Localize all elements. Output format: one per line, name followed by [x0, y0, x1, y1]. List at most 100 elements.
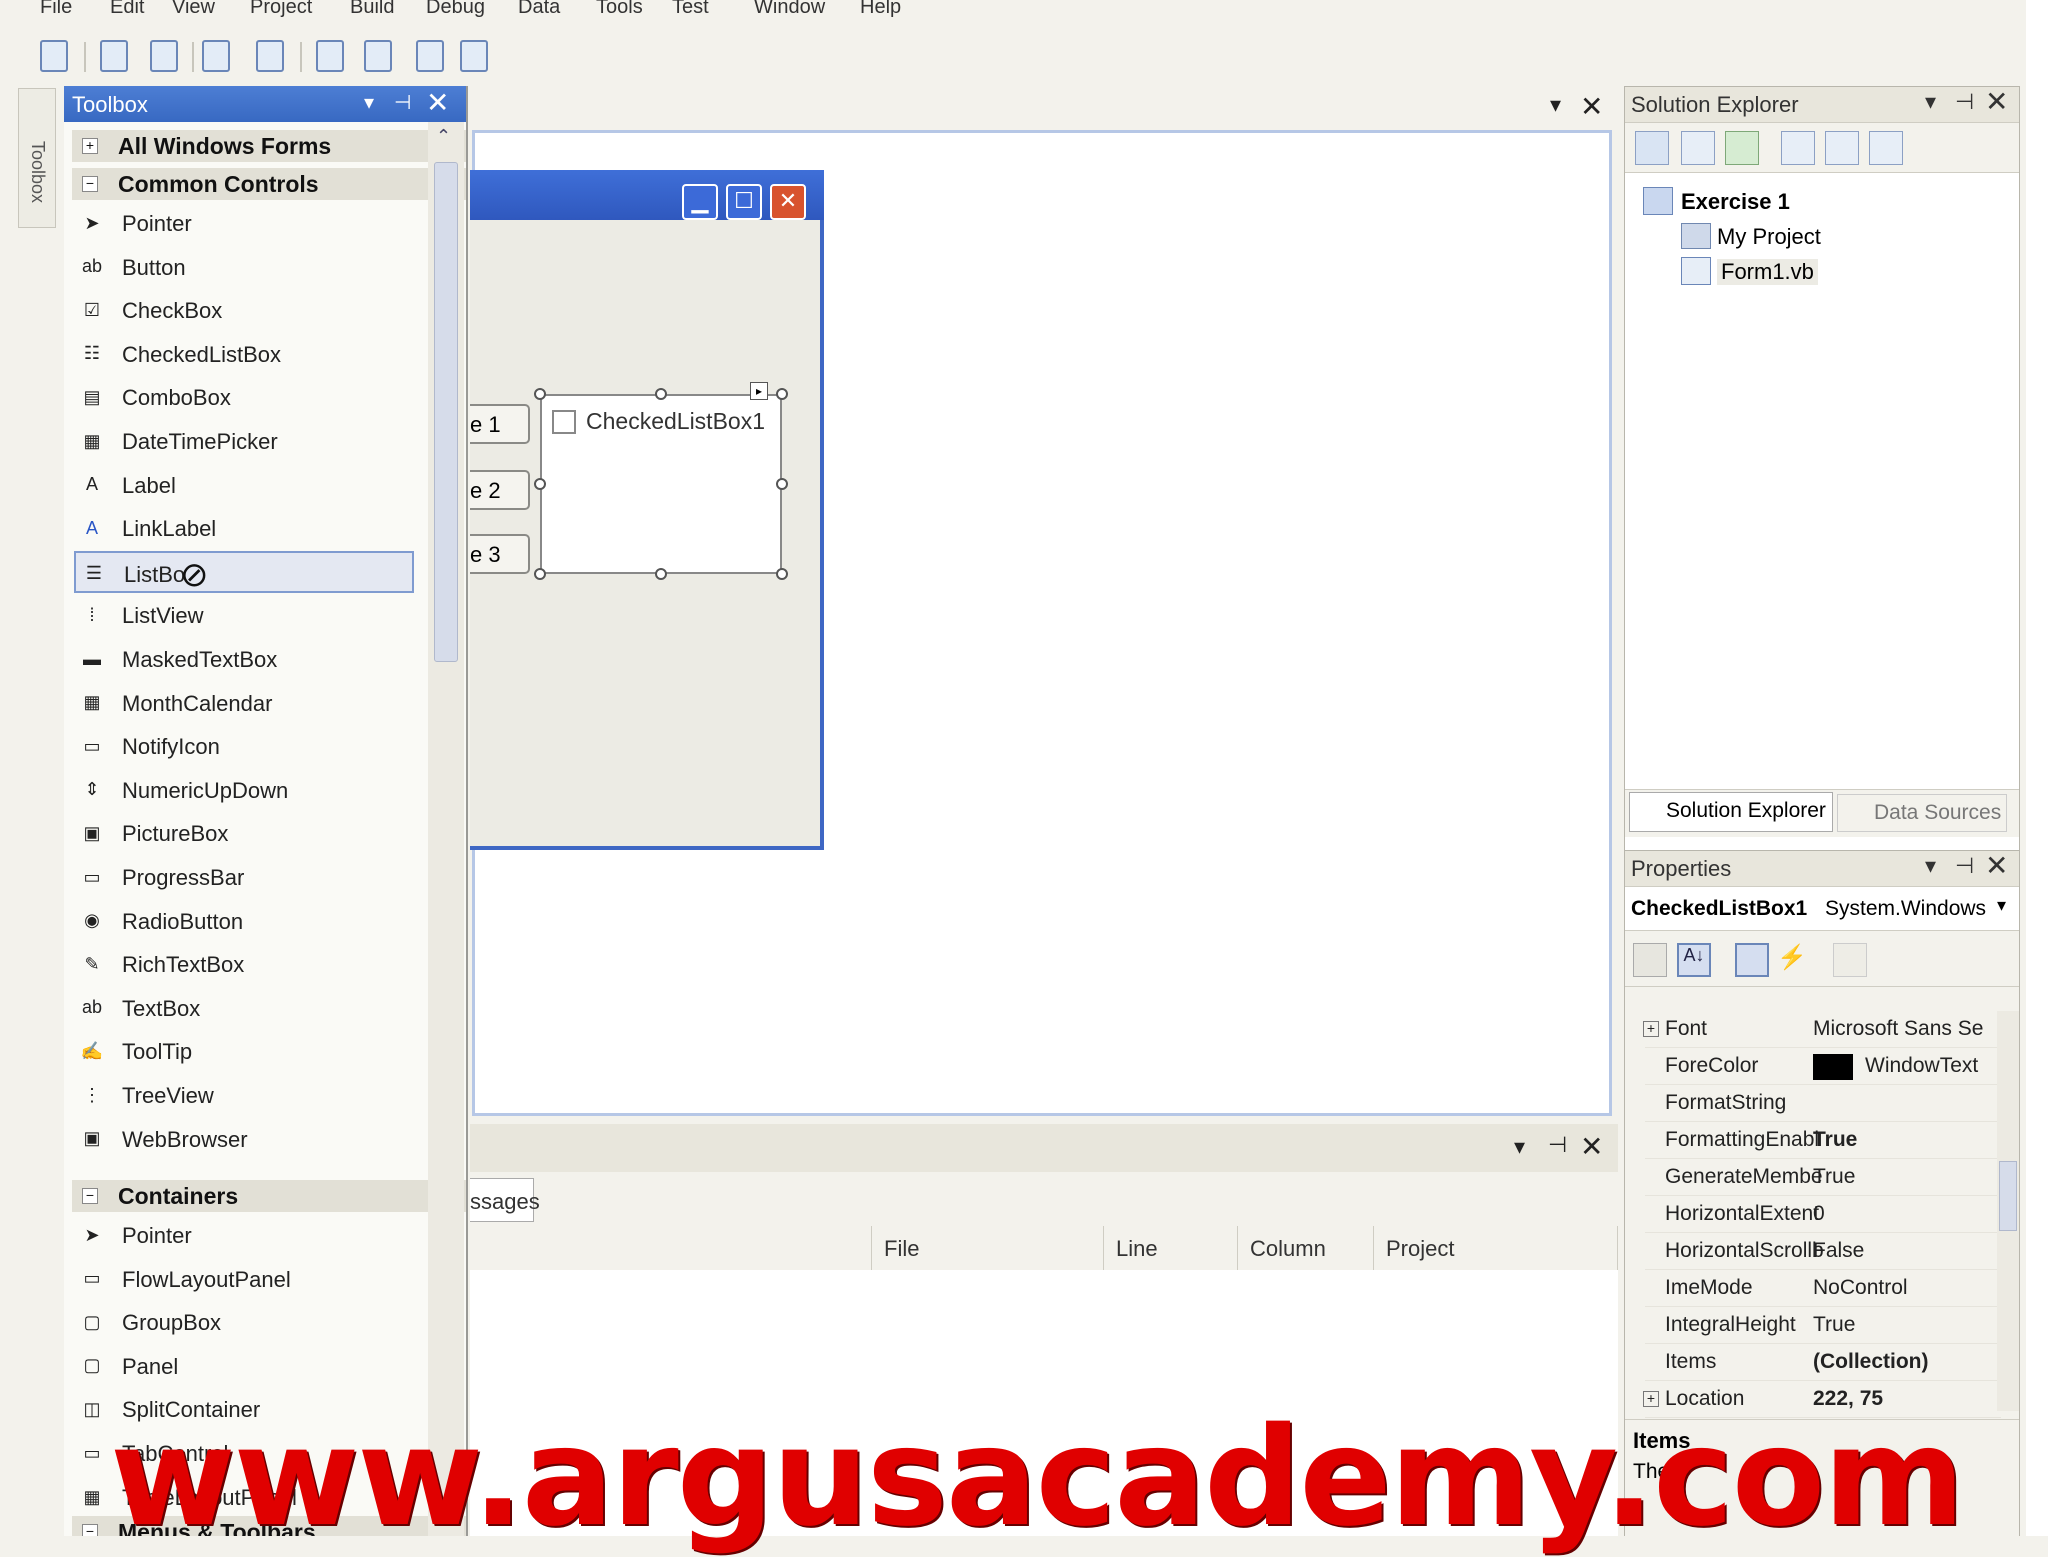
close-icon[interactable]: ✕ — [1985, 85, 2008, 118]
toolbox-item-label[interactable]: A Label — [74, 464, 414, 506]
pin-icon[interactable]: ⊣ — [394, 90, 411, 115]
maximize-icon[interactable]: ☐ — [726, 184, 762, 220]
property-row-items[interactable]: Items (Collection) — [1645, 1344, 2001, 1381]
property-row-horizontalextent[interactable]: HorizontalExtent 0 — [1645, 1196, 2001, 1233]
pin-icon[interactable]: ⊣ — [1955, 853, 1974, 879]
property-value[interactable]: NoControl — [1813, 1276, 2003, 1300]
toolbox-item-panel[interactable]: ▢ Panel — [74, 1345, 414, 1387]
toolbox-item-notifyicon[interactable]: ▭ NotifyIcon — [74, 725, 414, 767]
menu-debug[interactable]: Debug — [426, 0, 485, 19]
toolbox-item-flowlayoutpanel[interactable]: ▭ FlowLayoutPanel — [74, 1258, 414, 1300]
messages-tab[interactable]: ssages — [470, 1178, 540, 1222]
checkbox-icon[interactable] — [552, 410, 576, 434]
scroll-thumb[interactable] — [1999, 1161, 2017, 1231]
property-grid-scrollbar[interactable] — [1997, 1011, 2019, 1411]
toolbox-item-listbox[interactable]: ☰ ListBo ⊘ — [74, 550, 414, 594]
dropdown-icon[interactable]: ▾ — [364, 90, 374, 115]
property-row-formatstring[interactable]: FormatString — [1645, 1085, 2001, 1122]
toolbox-item-progressbar[interactable]: ▭ ProgressBar — [74, 856, 414, 898]
property-pages-icon[interactable] — [1833, 943, 1867, 977]
form1-titlebar[interactable]: ▁ ☐ ✕ — [470, 170, 824, 220]
properties-icon[interactable] — [1635, 131, 1669, 165]
toolbox-scrollbar[interactable]: ⌃ — [428, 122, 464, 1536]
resize-handle[interactable] — [776, 388, 788, 400]
menu-data[interactable]: Data — [518, 0, 560, 19]
toolbar-button-icon[interactable] — [364, 40, 392, 72]
close-icon[interactable]: ✕ — [426, 86, 449, 119]
view-code-icon[interactable] — [1781, 131, 1815, 165]
column-header-column[interactable]: Column — [1238, 1226, 1374, 1270]
toolbox-item-groupbox[interactable]: ▢ GroupBox — [74, 1301, 414, 1343]
toolbox-item-radiobutton[interactable]: ◉ RadioButton — [74, 900, 414, 942]
menu-edit[interactable]: Edit — [110, 0, 144, 19]
dropdown-icon[interactable]: ▾ — [1925, 853, 1936, 879]
tab-data-sources[interactable]: Data Sources — [1837, 794, 2007, 832]
menu-help[interactable]: Help — [860, 0, 901, 19]
toolbox-item-monthcalendar[interactable]: ▦ MonthCalendar — [74, 682, 414, 724]
menu-window[interactable]: Window — [754, 0, 825, 19]
alphabetical-icon[interactable]: A↓ — [1677, 943, 1711, 977]
column-header-line[interactable]: Line — [1104, 1226, 1238, 1270]
toolbox-side-tab[interactable]: Toolbox — [18, 88, 56, 228]
toolbox-item-treeview[interactable]: ⋮ TreeView — [74, 1074, 414, 1116]
toolbox-item-combobox[interactable]: ▤ ComboBox — [74, 376, 414, 418]
toolbox-item-numericupdown[interactable]: ⇕ NumericUpDown — [74, 769, 414, 811]
events-icon[interactable]: ⚡ — [1775, 943, 1809, 977]
close-icon[interactable]: ✕ — [1985, 849, 2008, 882]
expander-icon[interactable]: + — [1643, 1021, 1659, 1037]
dropdown-icon[interactable]: ▾ — [1514, 1134, 1525, 1160]
toolbox-item-textbox[interactable]: ab TextBox — [74, 987, 414, 1029]
property-row-formattingenabl[interactable]: FormattingEnabl True — [1645, 1122, 2001, 1159]
toolbox-item-maskedtextbox[interactable]: ▬ MaskedTextBox — [74, 638, 414, 680]
resize-handle[interactable] — [776, 478, 788, 490]
column-header-project[interactable]: Project — [1374, 1226, 1618, 1270]
toolbar-button-icon[interactable] — [100, 40, 128, 72]
menu-test[interactable]: Test — [672, 0, 709, 19]
resize-handle[interactable] — [534, 568, 546, 580]
toolbox-category-all-windows-forms[interactable]: + All Windows Forms — [72, 130, 466, 162]
minimize-icon[interactable]: ▁ — [682, 184, 718, 220]
property-value[interactable]: Microsoft Sans Se — [1813, 1017, 2003, 1041]
close-icon[interactable]: ✕ — [1580, 90, 1603, 123]
properties-view-icon[interactable] — [1735, 943, 1769, 977]
scroll-up-icon[interactable]: ⌃ — [436, 126, 451, 147]
toolbar-button-icon[interactable] — [416, 40, 444, 72]
tab-solution-explorer[interactable]: Solution Explorer — [1629, 792, 1833, 832]
toolbox-item-tooltip[interactable]: ✍ ToolTip — [74, 1030, 414, 1072]
toolbar-button-icon[interactable] — [150, 40, 178, 72]
show-all-files-icon[interactable] — [1681, 131, 1715, 165]
property-value[interactable]: False — [1813, 1239, 2003, 1263]
pin-icon[interactable]: ⊣ — [1548, 1132, 1567, 1158]
toolbox-item-linklabel[interactable]: A LinkLabel — [74, 507, 414, 549]
property-value[interactable]: (Collection) — [1813, 1350, 2003, 1374]
toolbox-item-checkedlistbox[interactable]: ☷ CheckedListBox — [74, 333, 414, 375]
toolbar-button-icon[interactable] — [256, 40, 284, 72]
toolbar-button-icon[interactable] — [40, 40, 68, 72]
property-value[interactable]: 0 — [1813, 1202, 2003, 1226]
toolbox-item-listview[interactable]: ⁞ ListView — [74, 594, 414, 636]
property-row-forecolor[interactable]: ForeColor WindowText — [1645, 1048, 2001, 1085]
column-header-file[interactable]: File — [872, 1226, 1104, 1270]
object-selector[interactable]: CheckedListBox1 System.Windows ▾ — [1625, 887, 2019, 931]
toolbar-button-icon[interactable] — [460, 40, 488, 72]
tree-item-form1[interactable]: Form1.vb — [1717, 259, 1818, 285]
menu-build[interactable]: Build — [350, 0, 394, 19]
resize-handle[interactable] — [655, 568, 667, 580]
tree-item-exercise[interactable]: Exercise 1 — [1681, 189, 1790, 215]
property-value[interactable]: True — [1813, 1313, 2003, 1337]
menu-file[interactable]: File — [40, 0, 72, 19]
refresh-icon[interactable] — [1725, 131, 1759, 165]
form-button-2[interactable]: e 2 — [470, 470, 530, 510]
toolbox-item-datetimepicker[interactable]: ▦ DateTimePicker — [74, 420, 414, 462]
close-icon[interactable]: ✕ — [770, 184, 806, 220]
property-row-horizontalscrollb[interactable]: HorizontalScrollb False — [1645, 1233, 2001, 1270]
toolbox-item-checkbox[interactable]: ☑ CheckBox — [74, 289, 414, 331]
property-value[interactable]: True — [1813, 1128, 2003, 1152]
resize-handle[interactable] — [534, 388, 546, 400]
toolbar-button-icon[interactable] — [316, 40, 344, 72]
expander-icon[interactable]: − — [82, 1524, 98, 1536]
property-value[interactable]: True — [1813, 1165, 2003, 1189]
toolbox-item-richtextbox[interactable]: ✎ RichTextBox — [74, 943, 414, 985]
resize-handle[interactable] — [655, 388, 667, 400]
expander-icon[interactable]: − — [82, 176, 98, 192]
